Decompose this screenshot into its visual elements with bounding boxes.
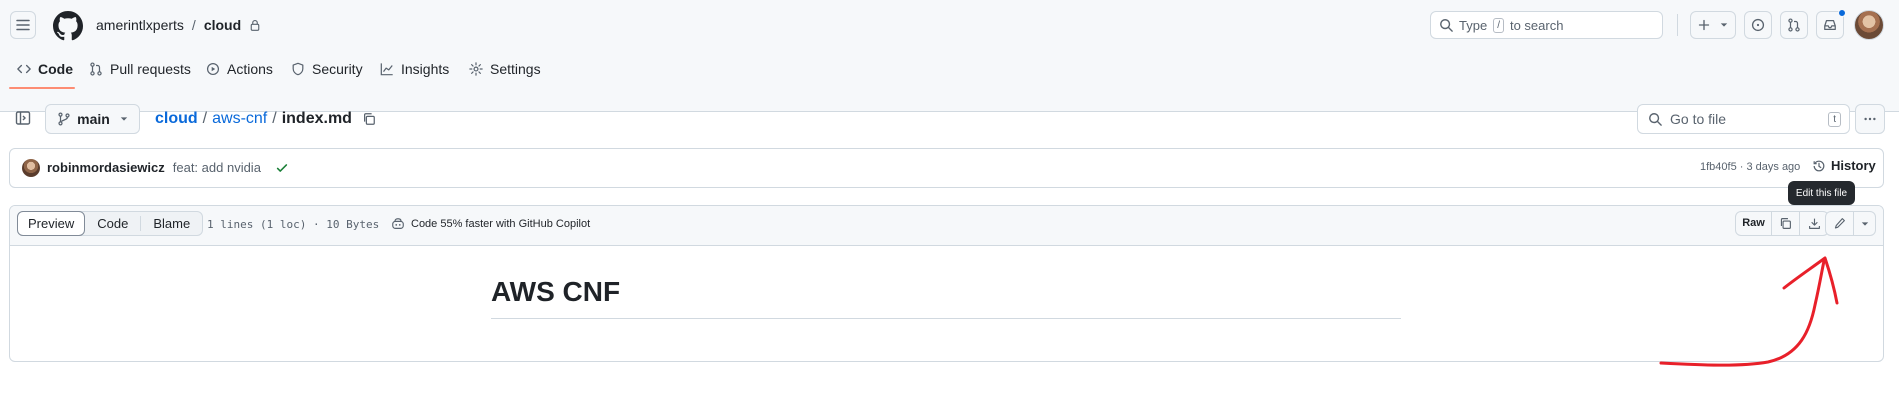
tab-insights[interactable]: Insights	[380, 56, 449, 82]
notification-dot	[1838, 9, 1846, 17]
kebab-horizontal-icon	[1864, 117, 1876, 121]
tab-pull-requests[interactable]: Pull requests	[89, 56, 191, 82]
copilot-promo-link[interactable]: Code 55% faster with GitHub Copilot	[391, 217, 590, 231]
copy-raw-button[interactable]	[1772, 212, 1800, 235]
git-branch-icon	[58, 112, 70, 126]
markdown-heading-text: AWS CNF	[491, 276, 621, 307]
breadcrumb-root-link[interactable]: cloud	[155, 110, 198, 128]
breadcrumb-separator: /	[191, 17, 196, 33]
graph-icon	[380, 63, 393, 76]
search-icon	[1440, 19, 1453, 32]
sidebar-expand-icon	[15, 111, 31, 125]
play-icon	[206, 62, 220, 76]
lock-icon	[250, 19, 260, 31]
segment-blame[interactable]: Blame	[141, 216, 202, 231]
tab-pull-requests-label: Pull requests	[110, 61, 191, 77]
segment-preview[interactable]: Preview	[17, 211, 86, 236]
raw-copy-download-group: Raw	[1735, 211, 1829, 236]
menu-button[interactable]	[10, 11, 36, 39]
tab-settings-label: Settings	[490, 61, 541, 77]
user-avatar[interactable]	[1854, 10, 1884, 40]
git-pull-request-icon	[90, 62, 102, 76]
raw-button[interactable]: Raw	[1736, 212, 1772, 235]
commit-sha-time-text: 1fb40f5 · 3 days ago	[1700, 161, 1801, 173]
header-divider	[1677, 14, 1678, 36]
edit-options-dropdown[interactable]	[1854, 212, 1875, 235]
tab-code-label: Code	[38, 61, 73, 77]
active-tab-underline	[9, 87, 75, 89]
check-icon	[276, 163, 288, 172]
tab-actions[interactable]: Actions	[206, 56, 273, 82]
branch-name: main	[77, 111, 110, 127]
gear-icon	[469, 62, 483, 76]
pencil-icon	[1834, 218, 1845, 229]
history-button[interactable]: History	[1812, 158, 1876, 173]
inbox-icon	[1824, 20, 1836, 30]
search-key-hint: /	[1493, 17, 1504, 33]
code-icon	[17, 64, 31, 74]
copilot-icon	[392, 218, 404, 229]
latest-commit-box	[9, 148, 1884, 188]
go-to-file-input[interactable]: Go to file t	[1637, 104, 1850, 134]
issues-button[interactable]	[1744, 11, 1772, 39]
commit-sha-time[interactable]: 1fb40f5 · 3 days ago	[1700, 161, 1800, 173]
edit-file-button[interactable]	[1826, 212, 1854, 235]
repo-breadcrumb: amerintlxperts / cloud	[96, 17, 261, 33]
github-mark-icon	[53, 11, 83, 41]
edit-button-group	[1825, 211, 1876, 236]
history-label: History	[1831, 158, 1876, 173]
history-icon	[1813, 160, 1825, 171]
issue-opened-icon	[1751, 18, 1765, 32]
download-raw-button[interactable]	[1800, 212, 1828, 235]
view-mode-segmented-control: Preview Code Blame	[17, 211, 204, 236]
breadcrumb-separator: /	[202, 110, 208, 127]
search-suffix: to search	[1509, 17, 1564, 33]
copy-path-icon[interactable]	[362, 112, 376, 126]
file-breadcrumb: cloud / aws-cnf / index.md	[155, 110, 376, 128]
download-icon	[1808, 218, 1820, 229]
tab-security[interactable]: Security	[291, 56, 363, 82]
commit-message[interactable]: feat: add nvidia	[173, 160, 261, 175]
pull-requests-button[interactable]	[1780, 11, 1808, 39]
breadcrumb-file: index.md	[281, 110, 352, 127]
commit-author[interactable]: robinmordasiewicz	[47, 160, 165, 175]
commit-author-avatar[interactable]	[22, 159, 40, 177]
toggle-file-tree-button[interactable]	[15, 110, 33, 128]
search-input[interactable]: Type / to search	[1430, 11, 1663, 39]
repo-link[interactable]: cloud	[204, 17, 241, 33]
github-logo[interactable]	[53, 11, 83, 41]
go-to-file-key-hint: t	[1828, 111, 1841, 127]
tooltip-text: Edit this file	[1795, 187, 1848, 199]
hamburger-icon	[16, 19, 30, 31]
breadcrumb-separator: /	[272, 110, 277, 127]
search-icon	[1649, 113, 1662, 126]
more-options-button[interactable]	[1855, 104, 1885, 134]
tab-code[interactable]: Code	[17, 56, 73, 82]
shield-icon	[292, 62, 304, 76]
go-to-file-placeholder: Go to file	[1670, 111, 1727, 127]
plus-icon	[1698, 19, 1710, 31]
file-info-text: 1 lines (1 loc) · 10 Bytes	[207, 218, 380, 231]
annotation-arrow	[1659, 256, 1839, 367]
tab-security-label: Security	[312, 61, 363, 77]
copilot-promo-text: Code 55% faster with GitHub Copilot	[411, 218, 591, 230]
caret-down-icon	[1861, 221, 1868, 226]
tab-settings[interactable]: Settings	[469, 56, 541, 82]
caret-down-icon	[120, 117, 128, 121]
tab-insights-label: Insights	[401, 61, 450, 77]
breadcrumb-folder-link[interactable]: aws-cnf	[212, 110, 267, 128]
branch-selector[interactable]: main	[45, 104, 140, 134]
markdown-heading: AWS CNF	[491, 274, 1401, 319]
caret-down-icon	[1720, 23, 1728, 27]
tab-actions-label: Actions	[227, 61, 273, 77]
commit-summary: robinmordasiewicz feat: add nvidia	[47, 160, 289, 175]
create-new-button[interactable]	[1690, 11, 1736, 39]
git-pull-request-icon	[1788, 18, 1800, 32]
copy-icon	[1780, 218, 1791, 229]
file-info: 1 lines (1 loc) · 10 Bytes	[207, 218, 379, 231]
search-prefix: Type	[1459, 17, 1488, 33]
owner-link[interactable]: amerintlxperts	[96, 17, 184, 33]
segment-code[interactable]: Code	[85, 216, 142, 231]
